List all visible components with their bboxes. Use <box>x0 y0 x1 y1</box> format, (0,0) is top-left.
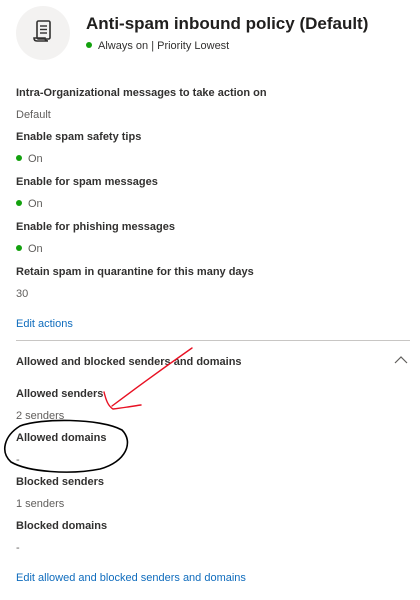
field-value: 2 senders <box>16 410 65 422</box>
field-value: - <box>16 542 20 554</box>
policy-title: Anti-spam inbound policy (Default) <box>86 14 369 33</box>
field-value-status: On <box>16 198 396 210</box>
scroll-icon <box>30 18 56 49</box>
policy-status-text: Always on | Priority Lowest <box>98 40 230 52</box>
status-dot-icon <box>86 42 92 48</box>
field-label: Enable for phishing messages <box>16 221 175 233</box>
field-label: Enable for spam messages <box>16 176 158 188</box>
section-title: Allowed and blocked senders and domains <box>16 356 242 368</box>
field-value: - <box>16 454 20 466</box>
field-value-status: On <box>16 153 396 165</box>
field-value: 30 <box>16 288 29 300</box>
status-text: On <box>28 153 43 165</box>
field-value: Default <box>16 109 51 121</box>
field-label: Allowed senders <box>16 388 104 400</box>
field-allowed-senders: Allowed senders 2 senders <box>16 388 396 422</box>
field-phishing-messages: Enable for phishing messages On <box>16 221 396 255</box>
edit-senders-domains-link[interactable]: Edit allowed and blocked senders and dom… <box>16 572 246 584</box>
policy-status: Always on | Priority Lowest <box>86 40 229 52</box>
field-blocked-senders: Blocked senders 1 senders <box>16 476 396 510</box>
status-dot-icon <box>16 200 22 206</box>
edit-actions-link[interactable]: Edit actions <box>16 318 73 330</box>
field-intra-org: Intra-Organizational messages to take ac… <box>16 87 396 121</box>
field-value: 1 senders <box>16 498 65 510</box>
field-label: Blocked domains <box>16 520 108 532</box>
status-dot-icon <box>16 245 22 251</box>
field-value-status: On <box>16 243 396 255</box>
chevron-up-icon[interactable] <box>394 352 408 370</box>
field-quarantine-days: Retain spam in quarantine for this many … <box>16 266 396 300</box>
field-label: Blocked senders <box>16 476 105 488</box>
field-label: Allowed domains <box>16 432 107 444</box>
field-blocked-domains: Blocked domains - <box>16 520 396 554</box>
policy-header: Anti-spam inbound policy (Default) Alway… <box>16 6 412 64</box>
allowed-blocked-section-header[interactable]: Allowed and blocked senders and domains <box>16 352 410 368</box>
section-divider <box>16 340 410 341</box>
status-text: On <box>28 198 43 210</box>
field-allowed-domains: Allowed domains - <box>16 432 396 466</box>
status-dot-icon <box>16 155 22 161</box>
field-label: Retain spam in quarantine for this many … <box>16 266 254 278</box>
field-label: Enable spam safety tips <box>16 131 142 143</box>
policy-icon-circle <box>16 6 70 60</box>
status-text: On <box>28 243 43 255</box>
field-spam-messages: Enable for spam messages On <box>16 176 396 210</box>
field-spam-safety-tips: Enable spam safety tips On <box>16 131 396 165</box>
field-label: Intra-Organizational messages to take ac… <box>16 87 267 99</box>
